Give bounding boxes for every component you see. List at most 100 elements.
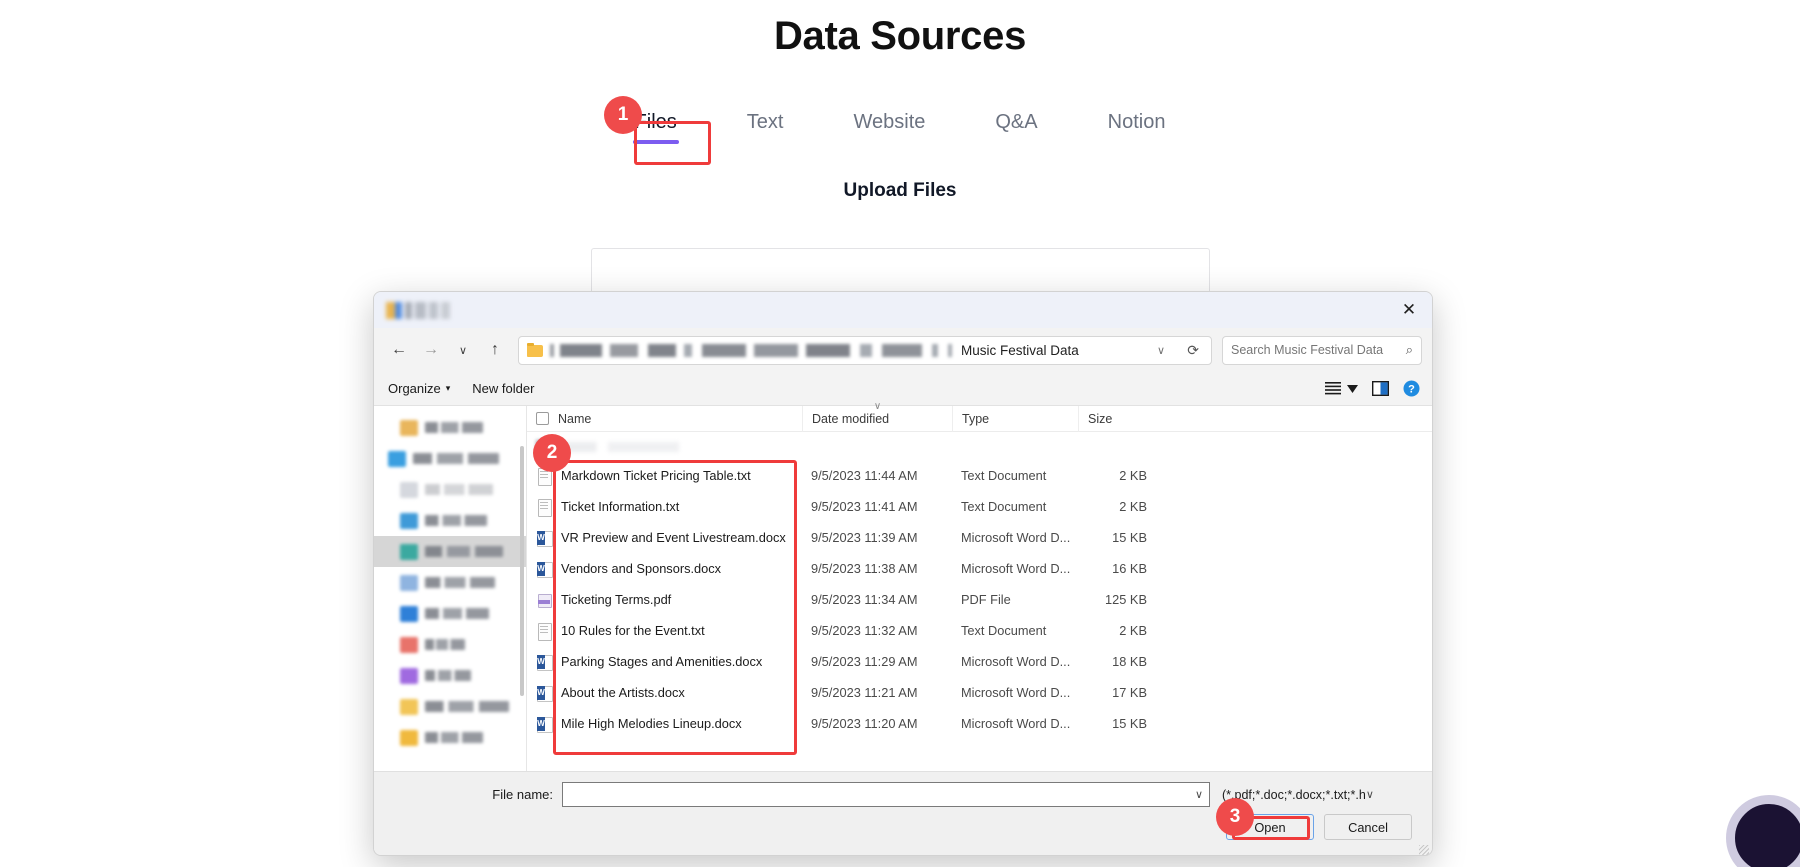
file-name-cell: About the Artists.docx [527, 684, 802, 702]
callout-badge-1: 1 [604, 96, 642, 134]
folder-icon [400, 420, 418, 436]
pc-icon [400, 513, 418, 529]
view-chevron-down-icon[interactable] [1347, 385, 1358, 393]
nav-item[interactable] [374, 691, 526, 722]
forward-icon[interactable]: → [416, 335, 446, 365]
sidebar-scrollbar[interactable] [520, 446, 524, 696]
chevron-down-icon[interactable]: ∨ [1157, 344, 1165, 357]
close-icon-glyph: ✕ [1402, 300, 1416, 320]
file-type-cell: Microsoft Word D... [952, 685, 1078, 700]
nav-item-label-redacted [425, 484, 493, 495]
resize-grip[interactable] [1419, 845, 1429, 855]
file-size-cell: 15 KB [1078, 530, 1158, 545]
back-icon[interactable]: ← [384, 335, 414, 365]
address-bar[interactable]: Music Festival Data ∨ ⟳ [518, 336, 1212, 365]
file-name-text: Ticketing Terms.pdf [561, 592, 671, 607]
word-file-icon [536, 653, 552, 671]
table-row[interactable]: Ticket Information.txt9/5/2023 11:41 AMT… [527, 491, 1432, 522]
nav-item[interactable] [374, 412, 526, 443]
nav-item-selected[interactable] [374, 536, 526, 567]
nav-item[interactable] [374, 474, 526, 505]
nav-item[interactable] [374, 629, 526, 660]
tab-qanda[interactable]: Q&A [985, 105, 1047, 140]
svg-text:?: ? [1408, 383, 1415, 395]
column-header-size-label: Size [1088, 412, 1112, 426]
nav-item-label-redacted [425, 577, 495, 588]
chevron-down-icon[interactable]: ∨ [1195, 788, 1203, 801]
column-header-size[interactable]: Size [1078, 406, 1158, 432]
help-icon[interactable]: ? [1403, 380, 1420, 397]
file-date-cell: 9/5/2023 11:34 AM [802, 592, 952, 607]
table-row[interactable]: VR Preview and Event Livestream.docx9/5/… [527, 522, 1432, 553]
file-size-cell: 15 KB [1078, 716, 1158, 731]
table-row[interactable]: Vendors and Sponsors.docx9/5/2023 11:38 … [527, 553, 1432, 584]
nav-item[interactable] [374, 505, 526, 536]
dialog-body: Name ∨ Date modified Type Size [374, 406, 1432, 771]
folder-icon [400, 575, 418, 591]
address-current-folder: Music Festival Data [961, 343, 1079, 358]
nav-item[interactable] [374, 722, 526, 753]
list-item-redacted[interactable] [527, 434, 1432, 460]
file-list[interactable]: Markdown Ticket Pricing Table.txt9/5/202… [527, 432, 1432, 771]
view-list-icon[interactable] [1325, 382, 1341, 395]
file-name-input[interactable]: ∨ [562, 782, 1210, 807]
table-row[interactable]: About the Artists.docx9/5/2023 11:21 AMM… [527, 677, 1432, 708]
new-folder-button[interactable]: New folder [472, 381, 534, 396]
source-type-tabs: Files Text Website Q&A Notion [0, 105, 1800, 140]
tab-text[interactable]: Text [737, 105, 794, 140]
table-row[interactable]: Markdown Ticket Pricing Table.txt9/5/202… [527, 460, 1432, 491]
file-type-cell: Microsoft Word D... [952, 530, 1078, 545]
table-row[interactable]: Ticketing Terms.pdf 9/5/2023 11:34 AMPDF … [527, 584, 1432, 615]
table-row[interactable]: 10 Rules for the Event.txt9/5/2023 11:32… [527, 615, 1432, 646]
refresh-icon[interactable]: ⟳ [1187, 342, 1199, 359]
file-date-cell: 9/5/2023 11:38 AM [802, 561, 952, 576]
file-type-cell: PDF File [952, 592, 1078, 607]
file-name-cell: 10 Rules for the Event.txt [527, 622, 802, 640]
nav-item[interactable] [374, 660, 526, 691]
file-type-cell: Text Document [952, 623, 1078, 638]
navigation-pane[interactable] [374, 406, 527, 771]
select-all-checkbox[interactable] [536, 412, 549, 425]
file-name-cell: Mile High Melodies Lineup.docx [527, 715, 802, 733]
preview-pane-icon[interactable] [1372, 381, 1389, 396]
search-input[interactable]: Search Music Festival Data ⌕ [1222, 336, 1422, 365]
organize-button[interactable]: Organize ▾ [388, 381, 450, 396]
file-name-text: VR Preview and Event Livestream.docx [561, 530, 786, 545]
file-name-text: 10 Rules for the Event.txt [561, 623, 705, 638]
column-header-type[interactable]: Type [952, 406, 1078, 432]
tab-text-label: Text [747, 111, 784, 133]
chat-widget-button[interactable] [1726, 795, 1800, 867]
table-row[interactable]: Mile High Melodies Lineup.docx9/5/2023 1… [527, 708, 1432, 739]
nav-item-label-redacted [425, 639, 465, 650]
nav-item-label-redacted [425, 670, 471, 681]
tab-notion[interactable]: Notion [1098, 105, 1176, 140]
tab-website[interactable]: Website [843, 105, 935, 140]
up-icon-glyph: ↑ [491, 341, 499, 359]
recent-locations-icon[interactable]: ∨ [448, 335, 478, 365]
nav-item-label-redacted [425, 515, 487, 526]
callout-3-number: 3 [1230, 806, 1241, 828]
column-header-date-modified[interactable]: ∨ Date modified [802, 406, 952, 432]
column-header-type-label: Type [962, 412, 989, 426]
file-type-cell: Microsoft Word D... [952, 716, 1078, 731]
file-type-cell: Microsoft Word D... [952, 654, 1078, 669]
address-path-redacted [550, 344, 955, 357]
up-one-level-icon[interactable]: ↑ [480, 335, 510, 365]
file-size-cell: 125 KB [1078, 592, 1158, 607]
folder-icon [400, 544, 418, 560]
recent-icon-glyph: ∨ [459, 344, 467, 357]
folder-icon [527, 343, 544, 357]
column-header-name[interactable]: Name [527, 406, 802, 432]
tab-notion-label: Notion [1108, 111, 1166, 133]
close-icon[interactable]: ✕ [1386, 292, 1432, 328]
nav-item[interactable] [374, 567, 526, 598]
cancel-button[interactable]: Cancel [1324, 814, 1412, 840]
nav-item[interactable] [374, 598, 526, 629]
table-row[interactable]: Parking Stages and Amenities.docx9/5/202… [527, 646, 1432, 677]
nav-item-label-redacted [425, 608, 489, 619]
folder-icon [400, 606, 418, 622]
file-size-cell: 2 KB [1078, 623, 1158, 638]
folder-icon [400, 730, 418, 746]
forward-icon-glyph: → [423, 341, 439, 359]
nav-item[interactable] [374, 443, 526, 474]
